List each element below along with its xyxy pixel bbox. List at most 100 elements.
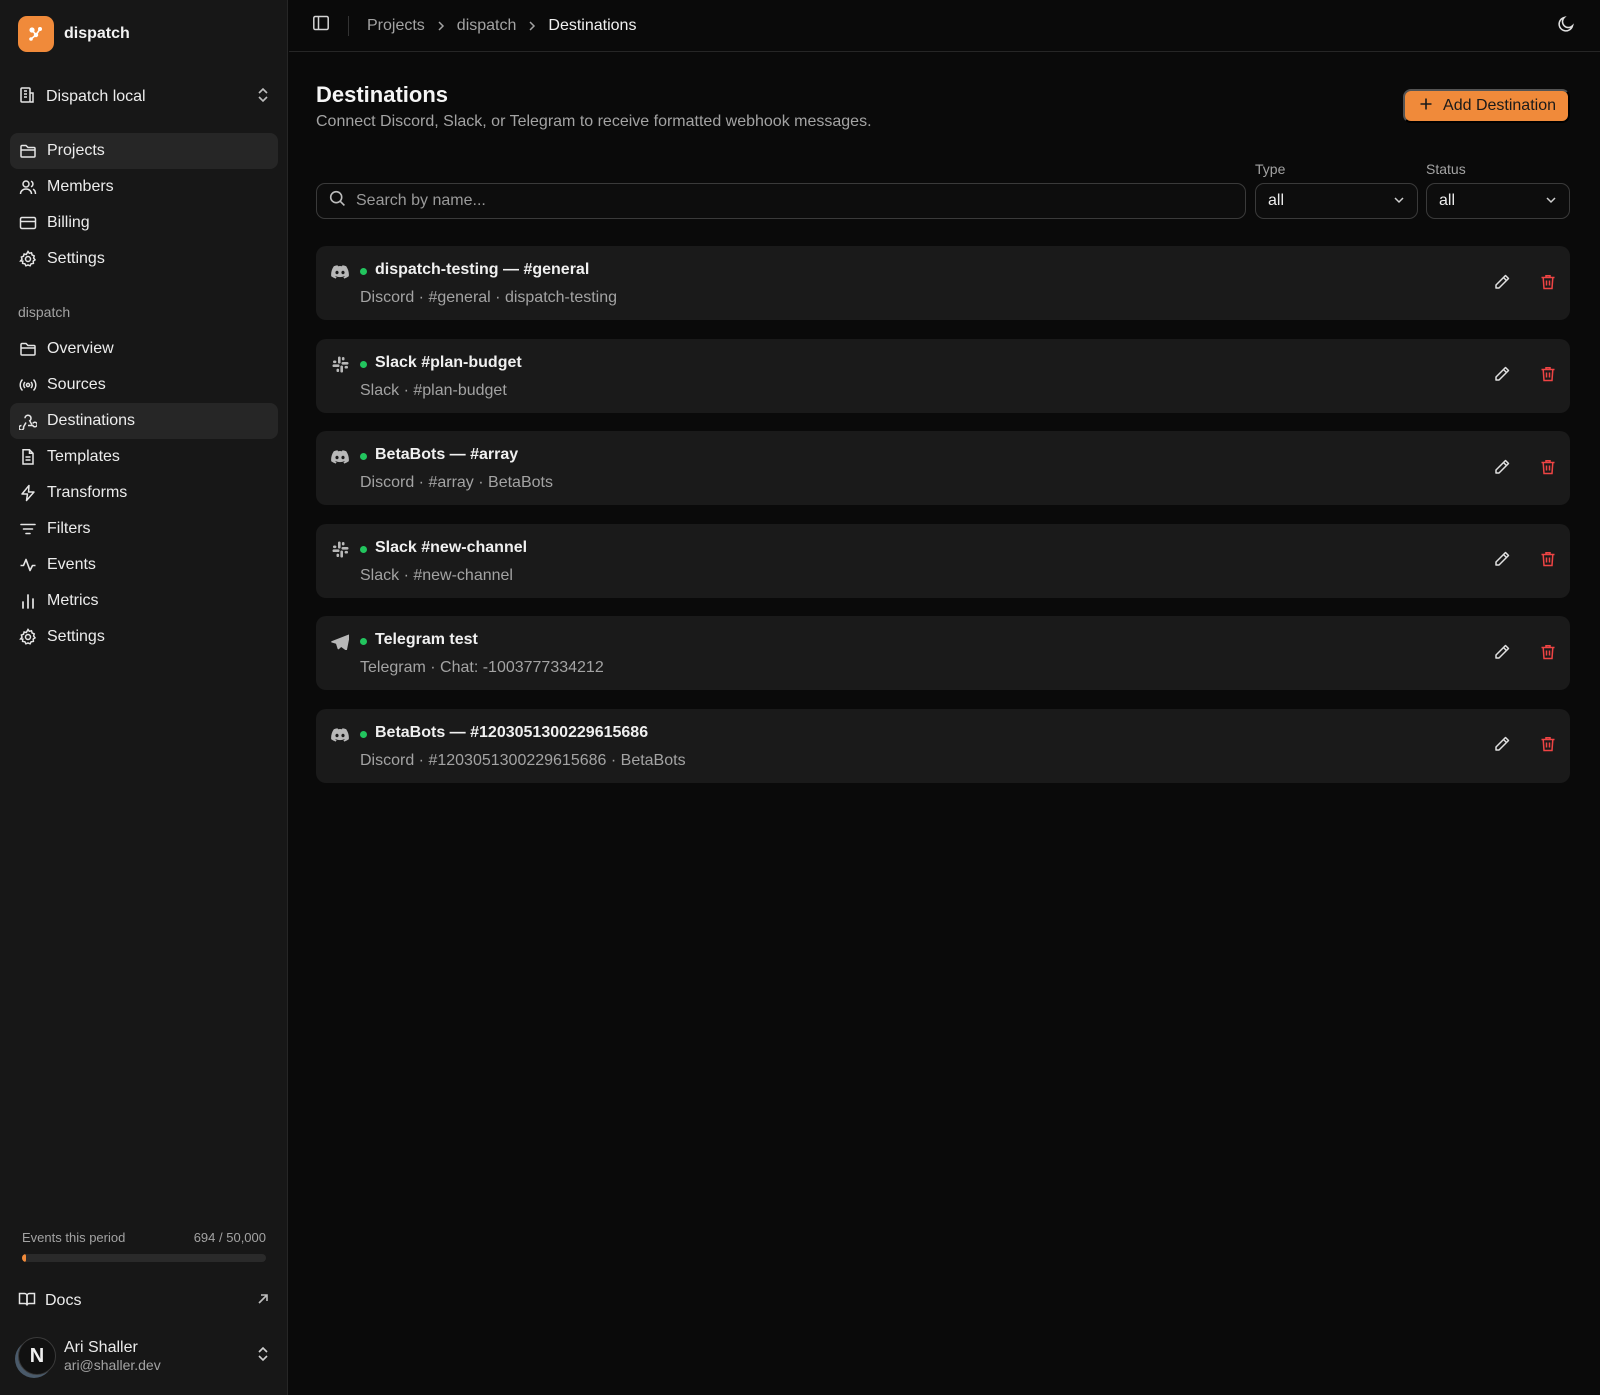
- delete-destination-button[interactable]: [1536, 456, 1560, 480]
- chevrons-up-down-icon: [256, 1346, 270, 1367]
- nav-top: Projects Members Billing Settings: [10, 133, 278, 277]
- search-box: [316, 183, 1246, 219]
- activity-icon: [18, 555, 38, 575]
- theme-toggle-button[interactable]: [1550, 10, 1582, 42]
- edit-destination-button[interactable]: [1490, 271, 1514, 295]
- usage-meter: Events this period 694 / 50,000: [22, 1230, 266, 1262]
- discord-icon: [330, 725, 350, 745]
- sidebar-item-label: Settings: [47, 250, 105, 267]
- trash-icon: [1539, 365, 1557, 386]
- user-menu[interactable]: N Ari Shaller ari@shaller.dev: [10, 1328, 278, 1384]
- delete-destination-button[interactable]: [1536, 641, 1560, 665]
- edit-destination-button[interactable]: [1490, 456, 1514, 480]
- building-icon: [18, 86, 36, 109]
- destination-row[interactable]: Slack #new-channel Slack · #new-channel: [316, 523, 1570, 598]
- dispatch-logo-icon: [18, 16, 54, 52]
- chevron-right-icon: [527, 20, 537, 32]
- add-destination-label: Add Destination: [1443, 97, 1556, 114]
- sidebar-item-label: Templates: [47, 448, 120, 465]
- slack-icon: [330, 540, 350, 560]
- search-input[interactable]: [356, 192, 1216, 210]
- destination-meta: Slack · #new-channel: [360, 566, 513, 584]
- sidebar-item-sources[interactable]: Sources: [10, 367, 278, 403]
- webhook-icon: [18, 411, 38, 431]
- status-active-dot: [360, 545, 367, 553]
- bolt-icon: [18, 483, 38, 503]
- workspace-label: Dispatch local: [46, 88, 146, 105]
- breadcrumb-dispatch[interactable]: dispatch: [457, 17, 517, 35]
- sidebar-item-project-settings[interactable]: Settings: [10, 619, 278, 655]
- chevron-right-icon: [436, 20, 446, 32]
- sidebar-item-filters[interactable]: Filters: [10, 511, 278, 547]
- sidebar-item-label: Destinations: [47, 412, 136, 429]
- trash-icon: [1539, 273, 1557, 294]
- status-filter-label: Status: [1426, 161, 1466, 177]
- breadcrumb-destinations: Destinations: [548, 16, 637, 34]
- edit-destination-button[interactable]: [1490, 364, 1514, 388]
- sidebar-toggle-button[interactable]: [302, 7, 340, 45]
- destination-row[interactable]: dispatch-testing — #general Discord · #ge…: [316, 246, 1570, 320]
- usage-label: Events this period: [22, 1230, 126, 1245]
- edit-destination-button[interactable]: [1490, 734, 1514, 758]
- sidebar-item-metrics[interactable]: Metrics: [10, 583, 278, 619]
- sidebar-item-members[interactable]: Members: [10, 169, 278, 205]
- discord-icon: [330, 262, 350, 282]
- destination-meta: Slack · #plan-budget: [360, 381, 507, 399]
- sidebar-item-billing[interactable]: Billing: [10, 205, 278, 241]
- destination-row[interactable]: Telegram test Telegram · Chat: -100377733…: [316, 616, 1570, 691]
- status-select-value: all: [1439, 192, 1456, 209]
- status-active-dot: [360, 360, 367, 368]
- breadcrumb-projects[interactable]: Projects: [367, 17, 425, 35]
- sidebar: dispatch Dispatch local Projects Members…: [0, 0, 288, 1395]
- destination-list: dispatch-testing — #general Discord · #ge…: [316, 246, 1570, 802]
- brand[interactable]: dispatch: [18, 16, 130, 52]
- sidebar-item-label: Members: [47, 178, 114, 195]
- trash-icon: [1539, 643, 1557, 664]
- destination-title: Telegram test: [375, 631, 478, 649]
- destination-row[interactable]: Slack #plan-budget Slack · #plan-budget: [316, 338, 1570, 413]
- sidebar-item-label: Filters: [47, 520, 91, 537]
- destination-row[interactable]: BetaBots — #1203051300229615686 Discord ·…: [316, 708, 1570, 783]
- delete-destination-button[interactable]: [1536, 271, 1560, 295]
- nav-project: Overview Sources Destinations Templates: [10, 331, 278, 655]
- delete-destination-button[interactable]: [1536, 734, 1560, 758]
- external-link-arrow-icon: [256, 1292, 270, 1311]
- delete-destination-button[interactable]: [1536, 549, 1560, 573]
- status-active-dot: [360, 638, 367, 646]
- sidebar-item-events[interactable]: Events: [10, 547, 278, 583]
- sidebar-item-projects[interactable]: Projects: [10, 133, 278, 169]
- delete-destination-button[interactable]: [1536, 364, 1560, 388]
- user-email: ari@shaller.dev: [64, 1357, 161, 1374]
- chevron-down-icon: [1545, 192, 1557, 210]
- type-select[interactable]: all: [1255, 183, 1418, 219]
- sidebar-item-label: Events: [47, 556, 96, 573]
- workspace-switcher[interactable]: Dispatch local: [10, 80, 278, 114]
- docs-label: Docs: [45, 1292, 82, 1309]
- telegram-icon: [330, 632, 350, 652]
- docs-link[interactable]: Docs: [10, 1283, 278, 1319]
- sidebar-item-overview[interactable]: Overview: [10, 331, 278, 367]
- type-select-value: all: [1268, 192, 1285, 209]
- destination-title: BetaBots — #array: [375, 446, 519, 464]
- destination-meta: Discord · #general · dispatch-testing: [360, 289, 618, 306]
- plus-icon: [1419, 97, 1433, 116]
- status-select[interactable]: all: [1426, 183, 1570, 219]
- destination-row[interactable]: BetaBots — #array Discord · #array · Beta…: [316, 431, 1570, 506]
- destination-meta: Telegram · Chat: -1003777334212: [360, 659, 604, 677]
- chevron-down-icon: [1393, 192, 1405, 210]
- sidebar-item-destinations[interactable]: Destinations: [10, 403, 278, 439]
- type-filter-label: Type: [1255, 161, 1286, 177]
- folder-icon: [18, 141, 38, 161]
- destination-meta: Discord · #1203051300229615686 · BetaBot…: [360, 751, 686, 769]
- sidebar-item-templates[interactable]: Templates: [10, 439, 278, 475]
- add-destination-button[interactable]: Add Destination: [1403, 89, 1570, 123]
- project-group-label: dispatch: [18, 304, 71, 320]
- edit-destination-button[interactable]: [1490, 641, 1514, 665]
- sidebar-item-transforms[interactable]: Transforms: [10, 475, 278, 511]
- user-name: Ari Shaller: [64, 1338, 138, 1356]
- panel-left-icon: [312, 14, 330, 37]
- destination-title: Slack #plan-budget: [375, 353, 522, 371]
- edit-destination-button[interactable]: [1490, 549, 1514, 573]
- sidebar-item-settings[interactable]: Settings: [10, 241, 278, 277]
- file-text-icon: [18, 447, 38, 467]
